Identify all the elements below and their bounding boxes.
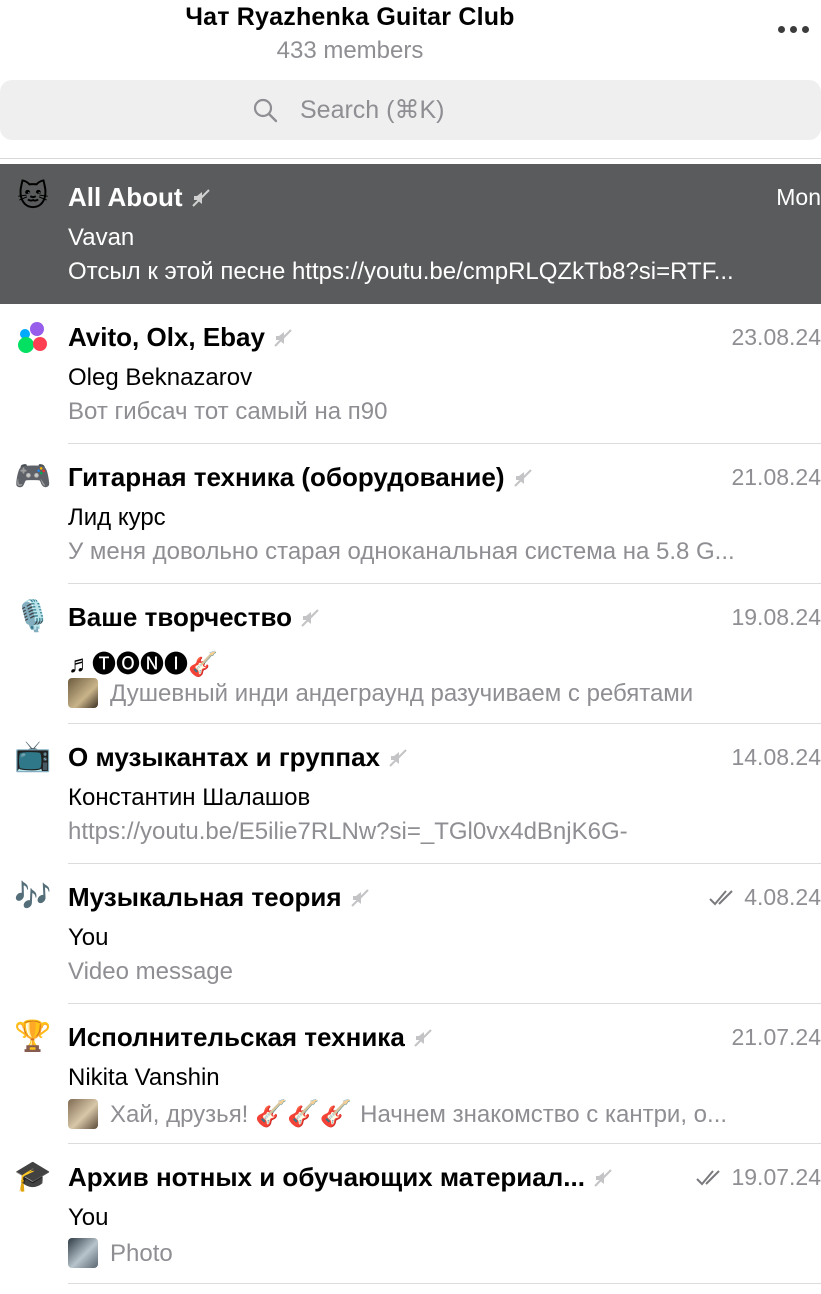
- topic-list: 🐱 All About Mon Vavan Отсыл к этой песне…: [0, 164, 821, 1284]
- topic-row-guitar-gear[interactable]: 🎮 Гитарная техника (оборудование) 21.08.…: [0, 444, 821, 584]
- double-check-icon: [696, 1170, 721, 1186]
- topic-date: 21.07.24: [731, 1024, 821, 1050]
- topic-title: О музыкантах и группах: [68, 742, 380, 772]
- topic-date: 21.08.24: [731, 464, 821, 490]
- muted-icon: [350, 889, 369, 907]
- divider: [68, 1283, 821, 1284]
- muted-icon: [274, 329, 292, 347]
- chat-header: Чат Ryazhenka Guitar Club 433 members: [0, 0, 821, 75]
- topic-title: Ваше творчество: [68, 602, 293, 632]
- photo-thumbnail[interactable]: [68, 1238, 98, 1268]
- muted-icon: [414, 1029, 432, 1047]
- television-icon: 📺: [14, 740, 52, 773]
- trophy-icon: 🏆: [14, 1020, 52, 1053]
- topic-title: Avito, Olx, Ebay: [68, 322, 265, 352]
- topic-title: Архив нотных и обучающих материал...: [68, 1162, 585, 1192]
- more-options-button[interactable]: [773, 14, 813, 44]
- microphone-icon: 🎙️: [14, 600, 52, 633]
- last-sender: Константин Шалашов: [68, 784, 311, 811]
- double-check-icon: [709, 890, 733, 906]
- topic-date: Mon: [776, 184, 821, 210]
- topic-title: Гитарная техника (оборудование): [68, 462, 505, 492]
- chat-title[interactable]: Чат Ryazhenka Guitar Club: [0, 3, 700, 32]
- last-message: У меня довольно старая одноканальная сис…: [68, 538, 735, 565]
- music-notes-icon: 🎶: [14, 880, 52, 913]
- search-icon: [253, 98, 278, 123]
- video-thumbnail[interactable]: [68, 678, 98, 708]
- topic-row-your-creativity[interactable]: 🎙️ Ваше творчество 19.08.24 ♬🅣🅞🅝🅘🎸 Душев…: [0, 584, 821, 724]
- photo-thumbnail[interactable]: [68, 1099, 98, 1129]
- last-sender: Vavan: [68, 224, 135, 251]
- topic-date: 19.08.24: [731, 604, 821, 630]
- last-message-greeting: Хай, друзья!: [110, 1101, 249, 1128]
- muted-icon: [191, 189, 210, 207]
- graduation-cap-icon: 🎓: [14, 1160, 52, 1193]
- topic-row-music-theory[interactable]: 🎶 Музыкальная теория 4.08.24 You Video m…: [0, 864, 821, 1004]
- last-message: https://youtu.be/E5ilie7RLNw?si=_TGl0vx4…: [68, 818, 628, 845]
- topic-row-performance[interactable]: 🏆 Исполнительская техника 21.07.24 Nikit…: [0, 1004, 821, 1144]
- last-message: Вот гибсач тот самый на п90: [68, 398, 388, 425]
- member-count: 433 members: [276, 37, 424, 64]
- search-input[interactable]: [286, 88, 714, 132]
- last-sender: ♬🅣🅞🅝🅘🎸: [68, 651, 218, 678]
- topic-row-all-about[interactable]: 🐱 All About Mon Vavan Отсыл к этой песне…: [0, 164, 821, 304]
- last-sender: Oleg Beknazarov: [68, 364, 253, 391]
- topic-row-archive[interactable]: 🎓 Архив нотных и обучающих материал... 1…: [0, 1144, 821, 1284]
- topic-row-musicians[interactable]: 📺 О музыкантах и группах 14.08.24 Конста…: [0, 724, 821, 864]
- last-message: Video message: [68, 958, 233, 985]
- topic-row-avito[interactable]: Avito, Olx, Ebay 23.08.24 Oleg Beknazaro…: [0, 304, 821, 444]
- guitar-emojis: 🎸🎸🎸: [255, 1098, 353, 1128]
- topic-title: Исполнительская техника: [68, 1022, 405, 1052]
- topic-title: Музыкальная теория: [68, 882, 342, 912]
- last-message: Photo: [110, 1240, 173, 1267]
- last-message-text: Начнем знакомство с кантри, о...: [360, 1101, 728, 1128]
- cat-face-icon: 🐱: [17, 180, 49, 213]
- muted-icon: [389, 749, 407, 767]
- muted-icon: [513, 469, 532, 487]
- topic-title: All About: [68, 182, 183, 212]
- muted-icon: [594, 1169, 612, 1187]
- topic-date: 19.07.24: [731, 1164, 821, 1190]
- last-message: Отсыл к этой песне https://youtu.be/cmpR…: [68, 258, 734, 285]
- last-sender: You: [68, 924, 109, 951]
- topic-date: 4.08.24: [744, 884, 821, 910]
- muted-icon: [301, 609, 319, 627]
- last-sender: Nikita Vanshin: [68, 1064, 220, 1091]
- topic-date: 23.08.24: [731, 324, 821, 350]
- last-sender: Лид курс: [68, 504, 166, 531]
- divider: [0, 158, 821, 159]
- avito-dots-icon: [18, 322, 47, 353]
- topic-date: 14.08.24: [731, 744, 821, 770]
- last-message: Душевный инди андеграунд разучиваем с ре…: [110, 680, 694, 707]
- more-horizontal-icon: [777, 25, 785, 33]
- gamepad-icon: 🎮: [14, 460, 52, 493]
- last-sender: You: [68, 1204, 109, 1231]
